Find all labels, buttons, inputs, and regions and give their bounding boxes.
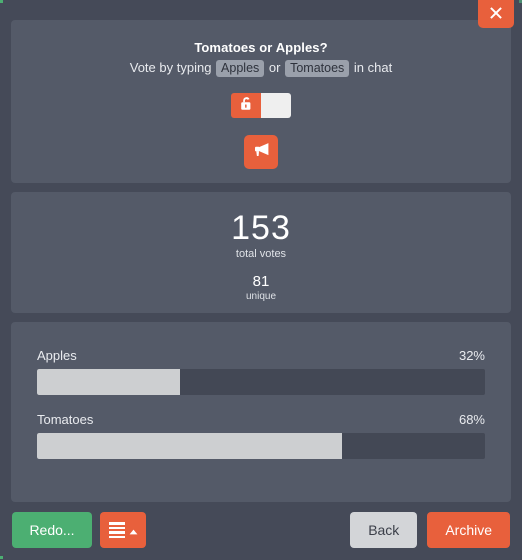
results-list: Apples 32% Tomatoes 68% [11,322,511,459]
instruction-conjunction: or [268,60,281,75]
result-bar-fill [37,433,342,459]
footer-left-actions: Redo... [12,512,146,548]
lock-toggle-inactive-segment[interactable] [261,93,291,118]
announce-container [11,135,511,169]
unique-votes-value: 81 [252,273,270,290]
footer-right-actions: Back Archive [350,512,510,548]
result-row: Apples 32% [37,348,485,395]
archive-button[interactable]: Archive [427,512,510,548]
question-card: Tomatoes or Apples? Vote by typing Apple… [11,20,511,183]
poll-lock-toggle[interactable] [231,93,291,118]
close-button[interactable] [478,0,514,28]
redo-button[interactable]: Redo... [12,512,92,548]
footer-bar: Redo... Back Archive [0,502,522,560]
vote-counts-card: 153 total votes 81 unique [11,192,511,313]
total-votes-label: total votes [235,248,287,260]
instruction-suffix: in chat [353,60,393,75]
poll-results-card: Apples 32% Tomatoes 68% [11,322,511,502]
result-option-name: Apples [37,348,77,363]
poll-question-title: Tomatoes or Apples? [194,40,328,55]
option-chip-apples: Apples [216,60,265,77]
total-votes-value: 153 [231,209,291,247]
result-bar-track [37,433,485,459]
caret-up-icon [129,522,138,538]
announce-button[interactable] [244,135,278,169]
unlock-icon [239,95,254,117]
unique-votes-label: unique [245,291,277,302]
poll-panel: Tomatoes or Apples? Vote by typing Apple… [0,0,522,560]
list-menu-icon [108,522,125,538]
result-bar-track [37,369,485,395]
result-header: Tomatoes 68% [37,412,485,427]
close-icon [489,6,503,20]
lock-toggle-active-segment[interactable] [231,93,261,118]
result-bar-fill [37,369,181,395]
result-option-name: Tomatoes [37,412,94,427]
poll-instructions: Vote by typing Apples or Tomatoes in cha… [11,60,511,77]
result-header: Apples 32% [37,348,485,363]
option-chip-tomatoes: Tomatoes [285,60,350,77]
instruction-prefix: Vote by typing [129,60,212,75]
result-percent-label: 32% [458,348,485,363]
result-percent-label: 68% [458,412,485,427]
result-row: Tomatoes 68% [37,412,485,459]
poll-menu-button[interactable] [100,512,146,548]
corner-marker [0,0,3,3]
lock-toggle-container [11,93,511,118]
back-button[interactable]: Back [350,512,418,548]
megaphone-icon [252,140,271,164]
